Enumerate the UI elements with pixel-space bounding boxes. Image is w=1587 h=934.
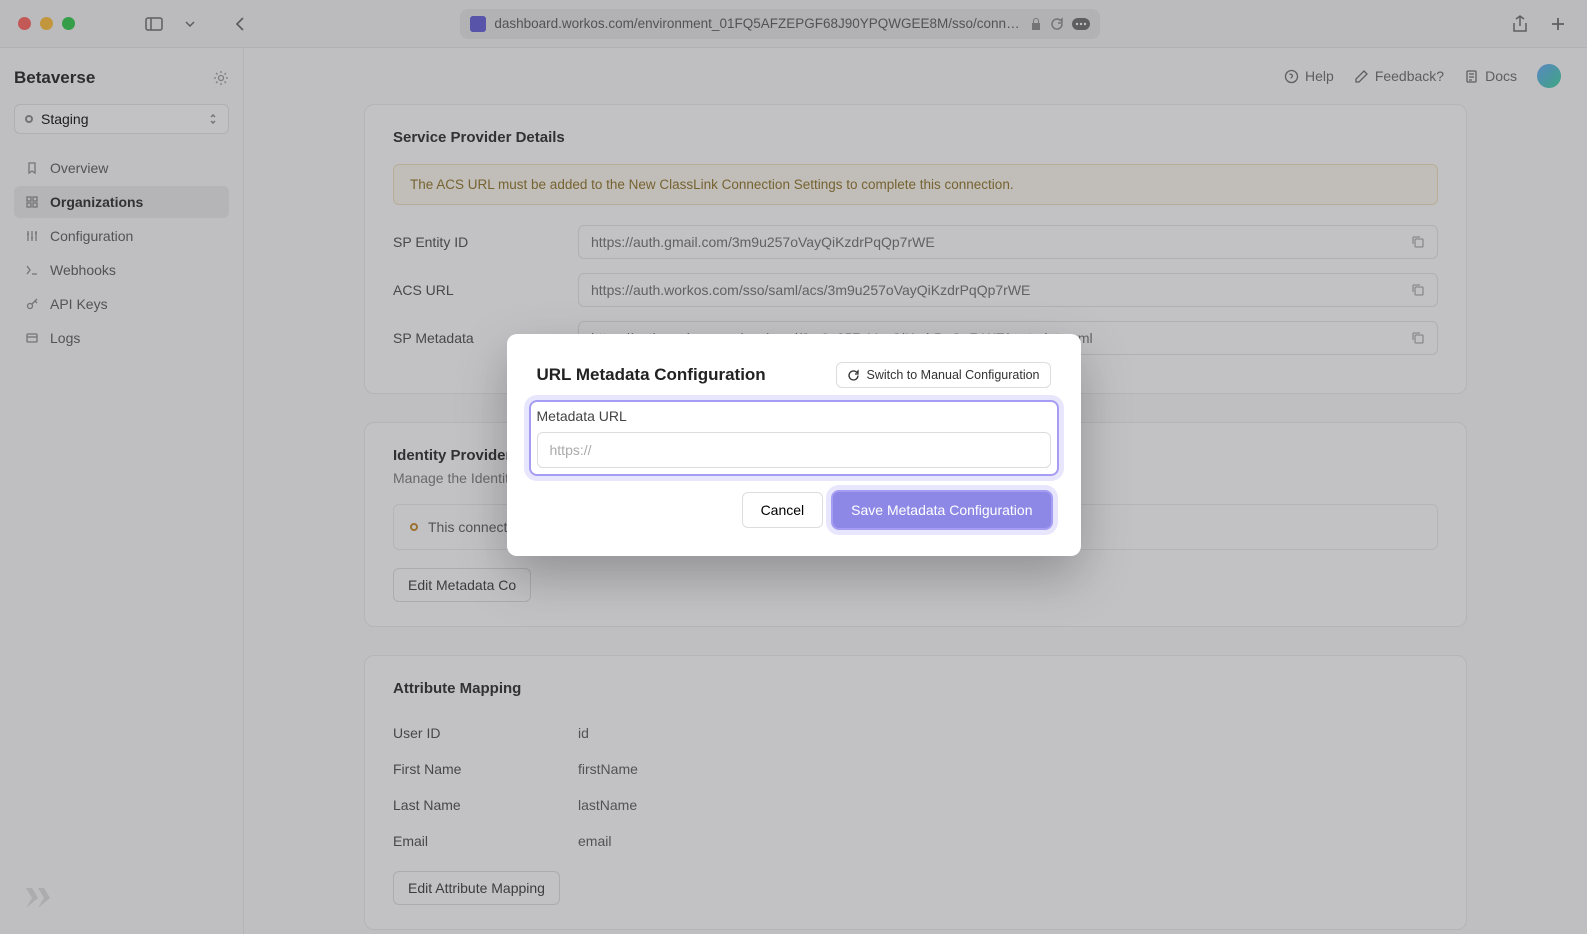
modal-overlay[interactable]: URL Metadata Configuration Switch to Man… <box>0 0 1587 934</box>
switch-to-manual-button[interactable]: Switch to Manual Configuration <box>836 362 1050 388</box>
modal-title: URL Metadata Configuration <box>537 365 766 385</box>
cancel-button[interactable]: Cancel <box>742 492 824 528</box>
save-metadata-button[interactable]: Save Metadata Configuration <box>833 492 1050 528</box>
switch-label: Switch to Manual Configuration <box>866 368 1039 382</box>
metadata-modal: URL Metadata Configuration Switch to Man… <box>507 334 1081 556</box>
refresh-icon <box>847 369 860 382</box>
highlight-box <box>529 400 1059 476</box>
